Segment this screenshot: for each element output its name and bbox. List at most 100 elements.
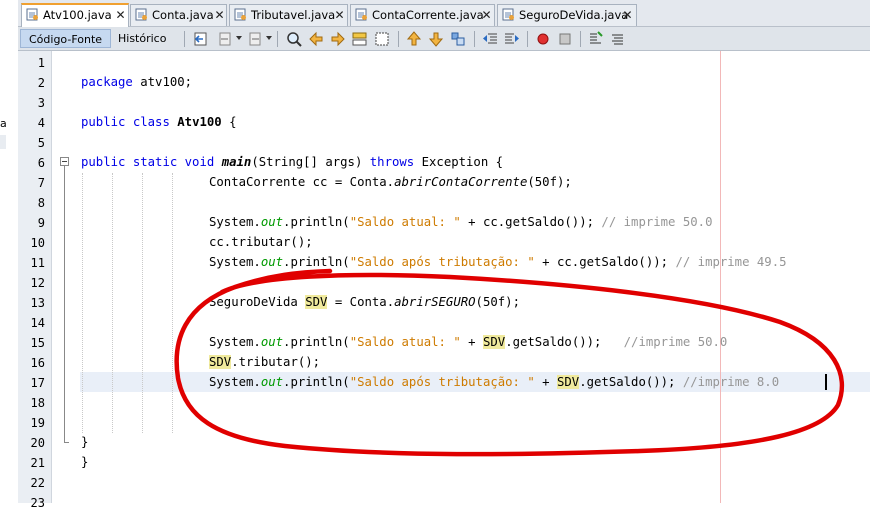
code-text: System. (209, 335, 261, 349)
code-text: ContaCorrente cc = Conta. (209, 175, 395, 189)
tab-atv100[interactable]: Atv100.java ✕ (21, 3, 129, 27)
indent-guide (82, 173, 83, 433)
uncomment-icon[interactable] (609, 30, 627, 48)
tab-label: Atv100.java (43, 8, 112, 22)
history-view-tab[interactable]: Histórico (110, 29, 174, 48)
fold-toggle[interactable] (60, 157, 69, 166)
back-dropdown-icon[interactable] (236, 36, 242, 40)
last-edit-icon[interactable] (192, 30, 210, 48)
text-caret (825, 374, 827, 390)
source-view-tab[interactable]: Código-Fonte (20, 29, 112, 48)
toolbar-separator (398, 31, 399, 47)
close-icon[interactable]: ✕ (115, 9, 126, 21)
forward-icon[interactable] (246, 30, 264, 48)
code-text: (50f); (527, 175, 572, 189)
static-field: out (260, 255, 284, 269)
code-line-20: } (81, 435, 89, 449)
method-call: abrirSEGURO (394, 295, 476, 309)
find-previous-icon[interactable] (307, 30, 325, 48)
code-text: .println( (283, 215, 350, 229)
toggle-bookmark-icon[interactable] (449, 30, 467, 48)
toolbar-separator (580, 31, 581, 47)
code-comment: // imprime 49.5 (675, 255, 787, 269)
code-comment: // imprime 50.0 (601, 215, 713, 229)
previous-bookmark-icon[interactable] (405, 30, 423, 48)
code-text: .getSaldo()); (579, 375, 683, 389)
tab-label: Conta.java (152, 8, 214, 22)
code-text: + (460, 335, 483, 349)
clipped-panel-text: a (0, 117, 7, 130)
line-number: 21 (30, 456, 45, 470)
tab-conta[interactable]: Conta.java ✕ (130, 4, 227, 26)
line-number: 1 (37, 56, 45, 70)
keyword: void (184, 155, 215, 169)
line-number: 23 (30, 496, 45, 510)
comment-icon[interactable] (587, 30, 605, 48)
tab-bar-edge (0, 0, 18, 27)
code-text: atv100; (132, 75, 193, 89)
line-number: 7 (37, 176, 45, 190)
close-icon[interactable]: ✕ (214, 9, 225, 21)
code-text: .println( (283, 375, 350, 389)
java-file-icon (26, 8, 38, 21)
shift-right-icon[interactable] (503, 30, 521, 48)
code-text: .println( (283, 335, 350, 349)
code-text: (50f); (475, 295, 520, 309)
tab-contacorrente[interactable]: ContaCorrente.java ✕ (350, 4, 495, 26)
close-icon[interactable]: ✕ (622, 9, 633, 21)
tab-label: Tributavel.java (251, 8, 336, 22)
back-icon[interactable] (216, 30, 234, 48)
method-name: main (221, 155, 252, 169)
keyword: static (132, 155, 178, 169)
shift-left-icon[interactable] (481, 30, 499, 48)
clipped-panel-item (0, 135, 6, 149)
line-number-gutter: 1 2 3 4 5 6 7 8 9 10 11 12 13 14 15 16 17 18 19 20 21 22 23 (18, 51, 52, 510)
find-icon[interactable] (285, 30, 303, 48)
code-line-9: System.out.println("Saldo atual: " + cc.… (209, 212, 712, 232)
line-number: 16 (30, 356, 45, 370)
line-number: 19 (30, 416, 45, 430)
toggle-highlight-icon[interactable] (351, 30, 369, 48)
code-text: (String[] args) (251, 155, 370, 169)
toggle-selection-icon[interactable] (373, 30, 391, 48)
code-text: .tributar(); (231, 355, 321, 369)
static-field: out (260, 375, 284, 389)
tab-segurodevida[interactable]: SeguroDeVida.java ✕ (497, 4, 637, 26)
stop-macro-icon[interactable] (556, 30, 574, 48)
code-line-13: SeguroDeVida SDV = Conta.abrirSEGURO(50f… (209, 292, 520, 312)
code-text: { (221, 115, 237, 129)
find-next-icon[interactable] (329, 30, 347, 48)
code-text: + cc.getSaldo()); (534, 255, 676, 269)
highlighted-variable: SDV (482, 335, 506, 349)
keyword: throws (369, 155, 415, 169)
line-number: 15 (30, 336, 45, 350)
keyword: class (132, 115, 170, 129)
code-line-6: public static void main(String[] args) t… (81, 152, 503, 172)
toolbar-separator (277, 31, 278, 47)
java-file-icon (502, 8, 514, 21)
string-literal: "Saldo atual: " (349, 215, 461, 229)
line-number: 20 (30, 436, 45, 450)
tab-label: SeguroDeVida.java (519, 8, 629, 22)
code-line-10: cc.tributar(); (209, 235, 313, 249)
line-number: 2 (37, 76, 45, 90)
class-name: Atv100 (177, 115, 222, 129)
close-icon[interactable]: ✕ (481, 9, 492, 21)
code-comment: //imprime 50.0 (623, 335, 728, 349)
java-file-icon (135, 8, 147, 21)
code-line-16: SDV.tributar(); (209, 352, 320, 372)
code-comment: //imprime 8.0 (682, 375, 780, 389)
code-line-2: package atv100; (81, 72, 192, 92)
tab-tributavel[interactable]: Tributavel.java ✕ (229, 4, 348, 26)
code-editor[interactable]: package atv100; public class Atv100 { pu… (52, 51, 870, 503)
close-icon[interactable]: ✕ (334, 9, 345, 21)
toolbar-separator (474, 31, 475, 47)
forward-dropdown-icon[interactable] (266, 36, 272, 40)
code-text: System. (209, 215, 261, 229)
java-file-icon (355, 8, 367, 21)
code-line-4: public class Atv100 { (81, 112, 237, 132)
indent-guide (142, 173, 143, 433)
start-macro-icon[interactable] (534, 30, 552, 48)
next-bookmark-icon[interactable] (427, 30, 445, 48)
line-number: 10 (30, 236, 45, 250)
